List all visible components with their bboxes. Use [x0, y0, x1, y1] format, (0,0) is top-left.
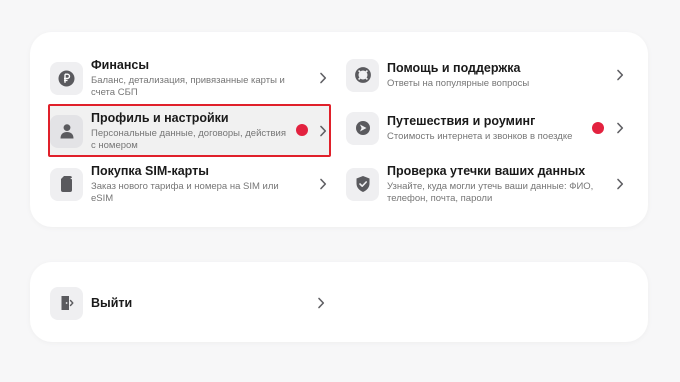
menu-item-subtitle: Ответы на популярные вопросы	[387, 77, 530, 89]
chevron-right-icon	[615, 177, 625, 191]
menu-item-title: Профиль и настройки	[91, 111, 229, 125]
notification-dot	[296, 124, 308, 136]
menu-item-title: Путешествия и роуминг	[387, 113, 536, 128]
chevron-right-icon	[318, 177, 328, 191]
menu-item-title: Проверка утечки ваших данных	[387, 164, 586, 178]
menu-item-help[interactable]: Помощь и поддержка Ответы на популярные …	[346, 58, 630, 92]
exit-label: Выйти	[91, 295, 133, 310]
exit-door-icon	[50, 286, 83, 320]
menu-item-travel[interactable]: Путешествия и роуминг Стоимость интернет…	[346, 111, 630, 145]
menu-item-subtitle: Заказ нового тарифа и номера на SIM или …	[91, 181, 279, 204]
travel-icon	[346, 111, 379, 145]
lifebuoy-icon	[346, 58, 379, 92]
chevron-right-icon	[318, 124, 328, 138]
chevron-right-icon	[615, 68, 625, 82]
shield-check-icon	[346, 167, 379, 201]
menu-item-subtitle: Узнайте, куда могли утечь ваши данные: Ф…	[387, 181, 594, 204]
person-icon	[50, 114, 83, 148]
chevron-right-icon	[615, 121, 625, 135]
menu-item-data-leak-check[interactable]: Проверка утечки ваших данных Узнайте, ку…	[346, 164, 630, 204]
ruble-coin-icon	[50, 61, 83, 95]
menu-item-subtitle: Стоимость интернета и звонков в поездке	[387, 130, 573, 142]
chevron-right-icon	[318, 71, 328, 85]
chevron-right-icon	[316, 296, 326, 310]
menu-item-title: Помощь и поддержка	[387, 60, 521, 75]
menu-item-subtitle: Персональные данные, договоры, действия …	[91, 128, 286, 151]
menu-item-sim-purchase[interactable]: Покупка SIM-карты Заказ нового тарифа и …	[50, 164, 330, 204]
exit-button[interactable]: Выйти	[50, 286, 330, 320]
menu-item-profile[interactable]: Профиль и настройки Персональные данные,…	[50, 109, 330, 153]
menu-item-finance[interactable]: Финансы Баланс, детализация, привязанные…	[50, 58, 330, 98]
menu-item-subtitle: Баланс, детализация, привязанные карты и…	[91, 75, 285, 98]
menu-item-title: Покупка SIM-карты	[91, 164, 209, 178]
menu-item-title: Финансы	[91, 58, 150, 72]
sim-card-icon	[50, 167, 83, 201]
notification-dot	[592, 122, 604, 134]
